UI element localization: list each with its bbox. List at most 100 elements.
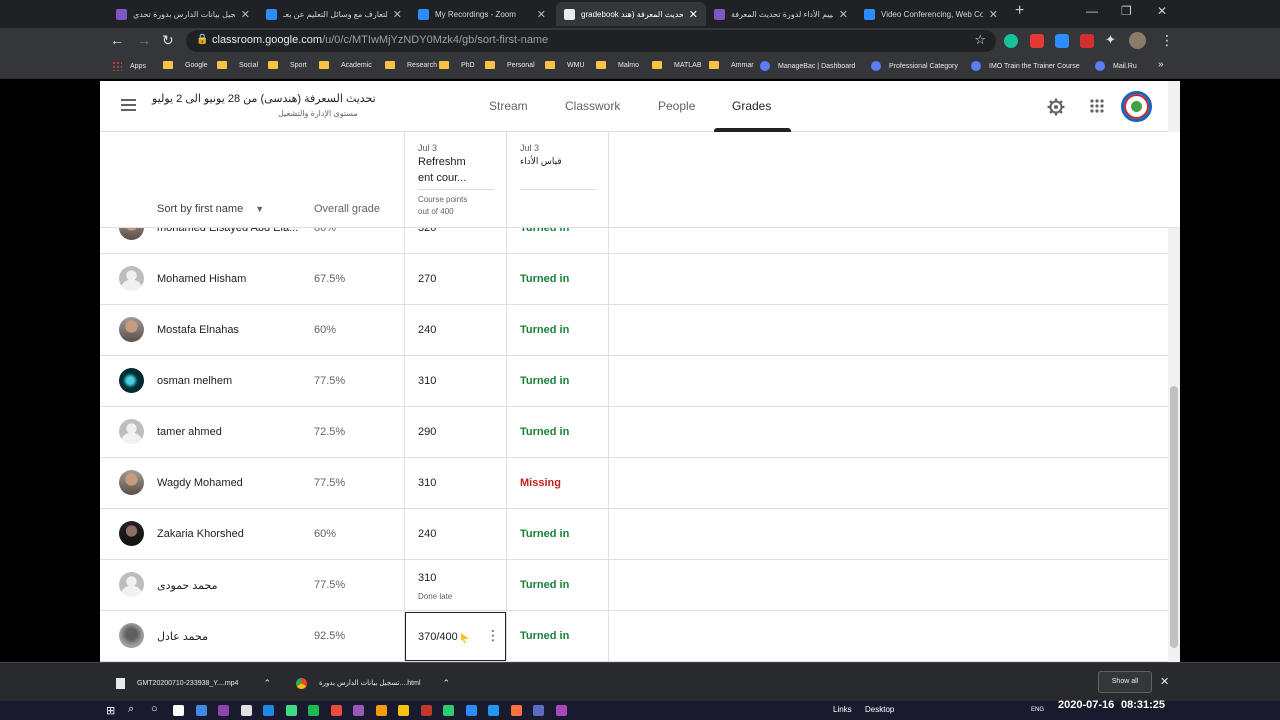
submission-status[interactable]: Turned in [520, 426, 569, 438]
student-row[interactable]: osman melhem 77.5% 310 Turned in [100, 356, 1168, 407]
bookmark-item[interactable]: Research [385, 61, 437, 69]
account-avatar[interactable] [1121, 91, 1152, 122]
browser-tab[interactable]: gradebook تحديث المعرفة (هند... ✕ [556, 2, 706, 26]
assignment-points[interactable]: 270 [418, 273, 436, 285]
maximize-icon[interactable]: ❐ [1121, 4, 1132, 18]
more-options-icon[interactable]: ⋮ [486, 627, 500, 644]
student-name[interactable]: محمد عادل [157, 630, 208, 643]
close-tab-icon[interactable]: ✕ [393, 8, 402, 21]
bookmark-item[interactable]: Social [217, 61, 258, 69]
bookmark-item[interactable]: Professional Category [871, 61, 958, 71]
bookmark-item[interactable]: WMU [545, 61, 585, 69]
assignment-points[interactable]: 310 [418, 375, 436, 387]
assignment-points[interactable]: 240 [418, 528, 436, 540]
close-tab-icon[interactable]: ✕ [241, 8, 250, 21]
taskbar-app-icon[interactable] [173, 705, 184, 716]
mendeley-extension-icon[interactable] [1080, 34, 1094, 48]
student-name[interactable]: Mohamed Hisham [157, 273, 246, 285]
grade-edit-value[interactable]: 370/400 [418, 631, 458, 643]
reload-icon[interactable]: ↻ [162, 32, 174, 49]
bookmark-item[interactable]: Malmo [596, 61, 639, 69]
tab-stream[interactable]: Stream [489, 99, 528, 113]
browser-tab[interactable]: My Recordings - Zoom ✕ [410, 2, 554, 26]
sort-dropdown[interactable]: Sort by first name ▼ [157, 203, 264, 215]
address-bar[interactable]: 🔒 classroom.google.com/u/0/c/MTIwMjYzNDY… [186, 30, 996, 52]
language-indicator[interactable]: ENG [1031, 707, 1044, 713]
taskbar-app-icon[interactable] [555, 705, 567, 716]
student-row[interactable]: Mohamed Hisham 67.5% 270 Turned in [100, 254, 1168, 305]
settings-gear-icon[interactable] [1046, 97, 1066, 117]
student-name[interactable]: Wagdy Mohamed [157, 477, 243, 489]
close-downloads-icon[interactable]: ✕ [1160, 675, 1169, 688]
chevron-up-icon[interactable]: ⌃ [263, 678, 271, 689]
taskbar-app-icon[interactable] [420, 705, 432, 716]
assignment-points[interactable]: 310 [418, 572, 436, 584]
taskbar-links[interactable]: Links [833, 705, 852, 714]
submission-status[interactable]: Missing [520, 477, 561, 489]
close-tab-icon[interactable]: ✕ [839, 8, 848, 21]
scrollbar-thumb[interactable] [1170, 386, 1178, 648]
student-name[interactable]: Zakaria Khorshed [157, 528, 244, 540]
student-row[interactable]: Mostafa Elnahas 60% 240 Turned in [100, 305, 1168, 356]
taskbar-app-icon[interactable] [465, 705, 477, 716]
taskbar-app-icon[interactable] [240, 705, 252, 716]
bookmark-item[interactable]: IMO Train the Trainer Course [971, 61, 1080, 71]
student-row[interactable]: محمد حمودى 77.5% 310 Done late Turned in [100, 560, 1168, 611]
browser-tab[interactable]: تسجيل بيانات الدارس بدورة تحدي... ✕ [108, 2, 258, 26]
bookmark-item[interactable]: Sport [268, 61, 307, 69]
windows-start-icon[interactable]: ⊞ [106, 704, 115, 717]
taskbar-app-icon[interactable] [510, 705, 522, 716]
close-tab-icon[interactable]: ✕ [689, 8, 698, 21]
submission-status[interactable]: Turned in [520, 273, 569, 285]
taskbar-desktop[interactable]: Desktop [865, 705, 894, 714]
student-name[interactable]: Mostafa Elnahas [157, 324, 239, 336]
bookmark-item[interactable]: Personal [485, 61, 535, 69]
hamburger-menu-icon[interactable] [121, 99, 136, 111]
tab-classwork[interactable]: Classwork [565, 99, 620, 113]
submission-status[interactable]: Turned in [520, 375, 569, 387]
student-name[interactable]: tamer ahmed [157, 426, 222, 438]
grade-edit-cell[interactable]: 370/400 ⋮ [405, 612, 506, 661]
taskbar-app-icon[interactable] [263, 705, 274, 716]
bookmark-item[interactable]: Ammar [709, 61, 754, 69]
taskbar-app-icon[interactable] [488, 705, 499, 716]
tab-grades[interactable]: Grades [732, 99, 771, 113]
bookmark-item[interactable]: Academic [319, 61, 372, 69]
taskbar-app-icon[interactable] [353, 705, 364, 716]
new-tab-button[interactable]: + [1015, 2, 1024, 20]
zoom-extension-icon[interactable] [1055, 34, 1069, 48]
cortana-icon[interactable]: ○ [151, 703, 158, 715]
bookmark-item[interactable]: MATLAB [652, 61, 702, 69]
submission-status[interactable]: Turned in [520, 579, 569, 591]
student-row[interactable]: tamer ahmed 72.5% 290 Turned in [100, 407, 1168, 458]
chrome-menu-icon[interactable]: ⋮ [1160, 32, 1174, 49]
browser-tab[interactable]: تقييم الأداء لدورة تحديث المعرفة ✕ [706, 2, 856, 26]
taskbar-app-icon[interactable] [375, 705, 387, 716]
tab-people[interactable]: People [658, 99, 695, 113]
class-title[interactable]: تحديث السعرفة (هندسى) من 28 يونيو الى 2 … [152, 92, 376, 105]
bookmark-item[interactable]: ManageBac | Dashboard [760, 61, 855, 71]
taskbar-app-icon[interactable] [308, 705, 319, 716]
submission-status[interactable]: Turned in [520, 630, 569, 642]
profile-avatar[interactable] [1129, 32, 1146, 49]
taskbar-app-icon[interactable] [218, 705, 229, 716]
assignment-points[interactable]: 290 [418, 426, 436, 438]
bookmark-item[interactable]: Apps [112, 61, 146, 71]
student-row[interactable]: Wagdy Mohamed 77.5% 310 Missing [100, 458, 1168, 509]
browser-tab[interactable]: التعارف مع وسائل التعليم عن بعـ... ✕ [258, 2, 410, 26]
browser-tab[interactable]: Video Conferencing, Web Conf... ✕ [856, 2, 1006, 26]
back-icon[interactable]: ← [110, 32, 124, 48]
submission-status[interactable]: Turned in [520, 528, 569, 540]
student-row[interactable]: محمد عادل 92.5% Turned in [100, 611, 1168, 662]
assignment-points[interactable]: 240 [418, 324, 436, 336]
taskbar-app-icon[interactable] [285, 705, 297, 716]
taskbar-app-icon[interactable] [195, 705, 207, 716]
extensions-puzzle-icon[interactable]: ✦ [1105, 32, 1116, 48]
more-bookmarks-icon[interactable]: » [1158, 59, 1164, 70]
bookmark-item[interactable]: PhD [439, 61, 475, 69]
close-tab-icon[interactable]: ✕ [537, 8, 546, 21]
download-item-video[interactable]: GMT20200710-233938_Y....mp4 ⌃ [116, 671, 271, 695]
student-row[interactable]: Zakaria Khorshed 60% 240 Turned in [100, 509, 1168, 560]
taskbar-app-icon[interactable] [330, 705, 342, 716]
download-item-html[interactable]: تسجيل بيانات الدارس بدورة....html ⌃ [296, 671, 450, 695]
